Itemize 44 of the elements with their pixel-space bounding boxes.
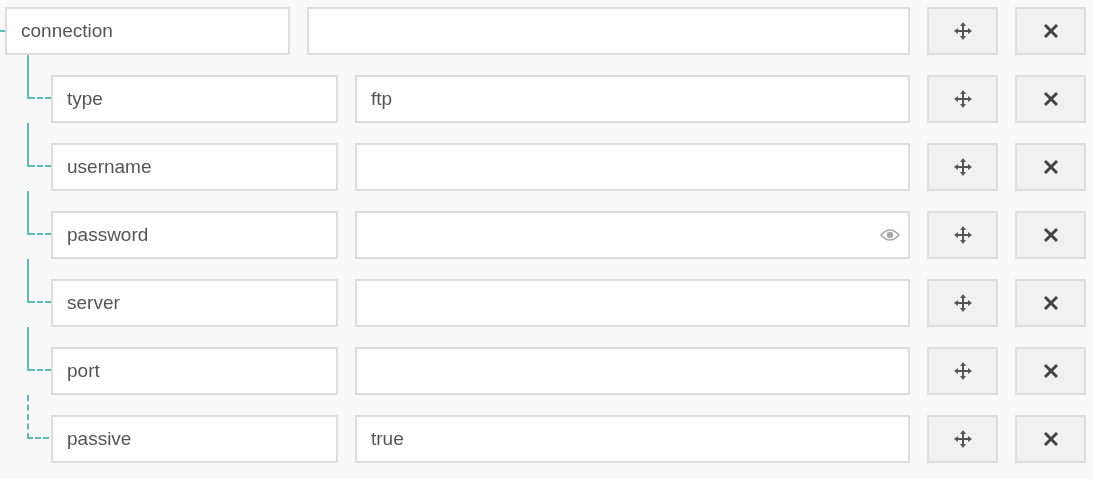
- key-field[interactable]: port: [51, 347, 338, 395]
- delete-button[interactable]: [1015, 347, 1086, 395]
- key-field[interactable]: password: [51, 211, 338, 259]
- close-icon: [1042, 295, 1059, 311]
- move-button[interactable]: [927, 347, 998, 395]
- delete-button[interactable]: [1015, 143, 1086, 191]
- value-field[interactable]: [355, 347, 910, 395]
- key-field[interactable]: type: [51, 75, 338, 123]
- delete-button[interactable]: [1015, 7, 1086, 55]
- move-button[interactable]: [927, 7, 998, 55]
- move-icon: [952, 21, 973, 41]
- move-icon: [952, 429, 973, 449]
- password-field[interactable]: [355, 211, 910, 259]
- move-icon: [952, 157, 973, 177]
- delete-button[interactable]: [1015, 415, 1086, 463]
- tree-connector: [27, 395, 49, 439]
- close-icon: [1042, 159, 1059, 175]
- key-field[interactable]: passive: [51, 415, 338, 463]
- eye-icon[interactable]: [880, 228, 900, 242]
- move-button[interactable]: [927, 279, 998, 327]
- move-button[interactable]: [927, 415, 998, 463]
- move-button[interactable]: [927, 211, 998, 259]
- key-field[interactable]: connection: [5, 7, 290, 55]
- value-field[interactable]: ftp: [355, 75, 910, 123]
- key-field[interactable]: server: [51, 279, 338, 327]
- key-field[interactable]: username: [51, 143, 338, 191]
- move-icon: [952, 361, 973, 381]
- value-field[interactable]: [355, 279, 910, 327]
- delete-button[interactable]: [1015, 75, 1086, 123]
- close-icon: [1042, 431, 1059, 447]
- move-icon: [952, 225, 973, 245]
- close-icon: [1042, 23, 1059, 39]
- move-button[interactable]: [927, 75, 998, 123]
- delete-button[interactable]: [1015, 211, 1086, 259]
- value-field[interactable]: true: [355, 415, 910, 463]
- close-icon: [1042, 227, 1059, 243]
- value-field[interactable]: [355, 143, 910, 191]
- move-icon: [952, 89, 973, 109]
- close-icon: [1042, 363, 1059, 379]
- delete-button[interactable]: [1015, 279, 1086, 327]
- close-icon: [1042, 91, 1059, 107]
- move-icon: [952, 293, 973, 313]
- value-field[interactable]: [307, 7, 910, 55]
- move-button[interactable]: [927, 143, 998, 191]
